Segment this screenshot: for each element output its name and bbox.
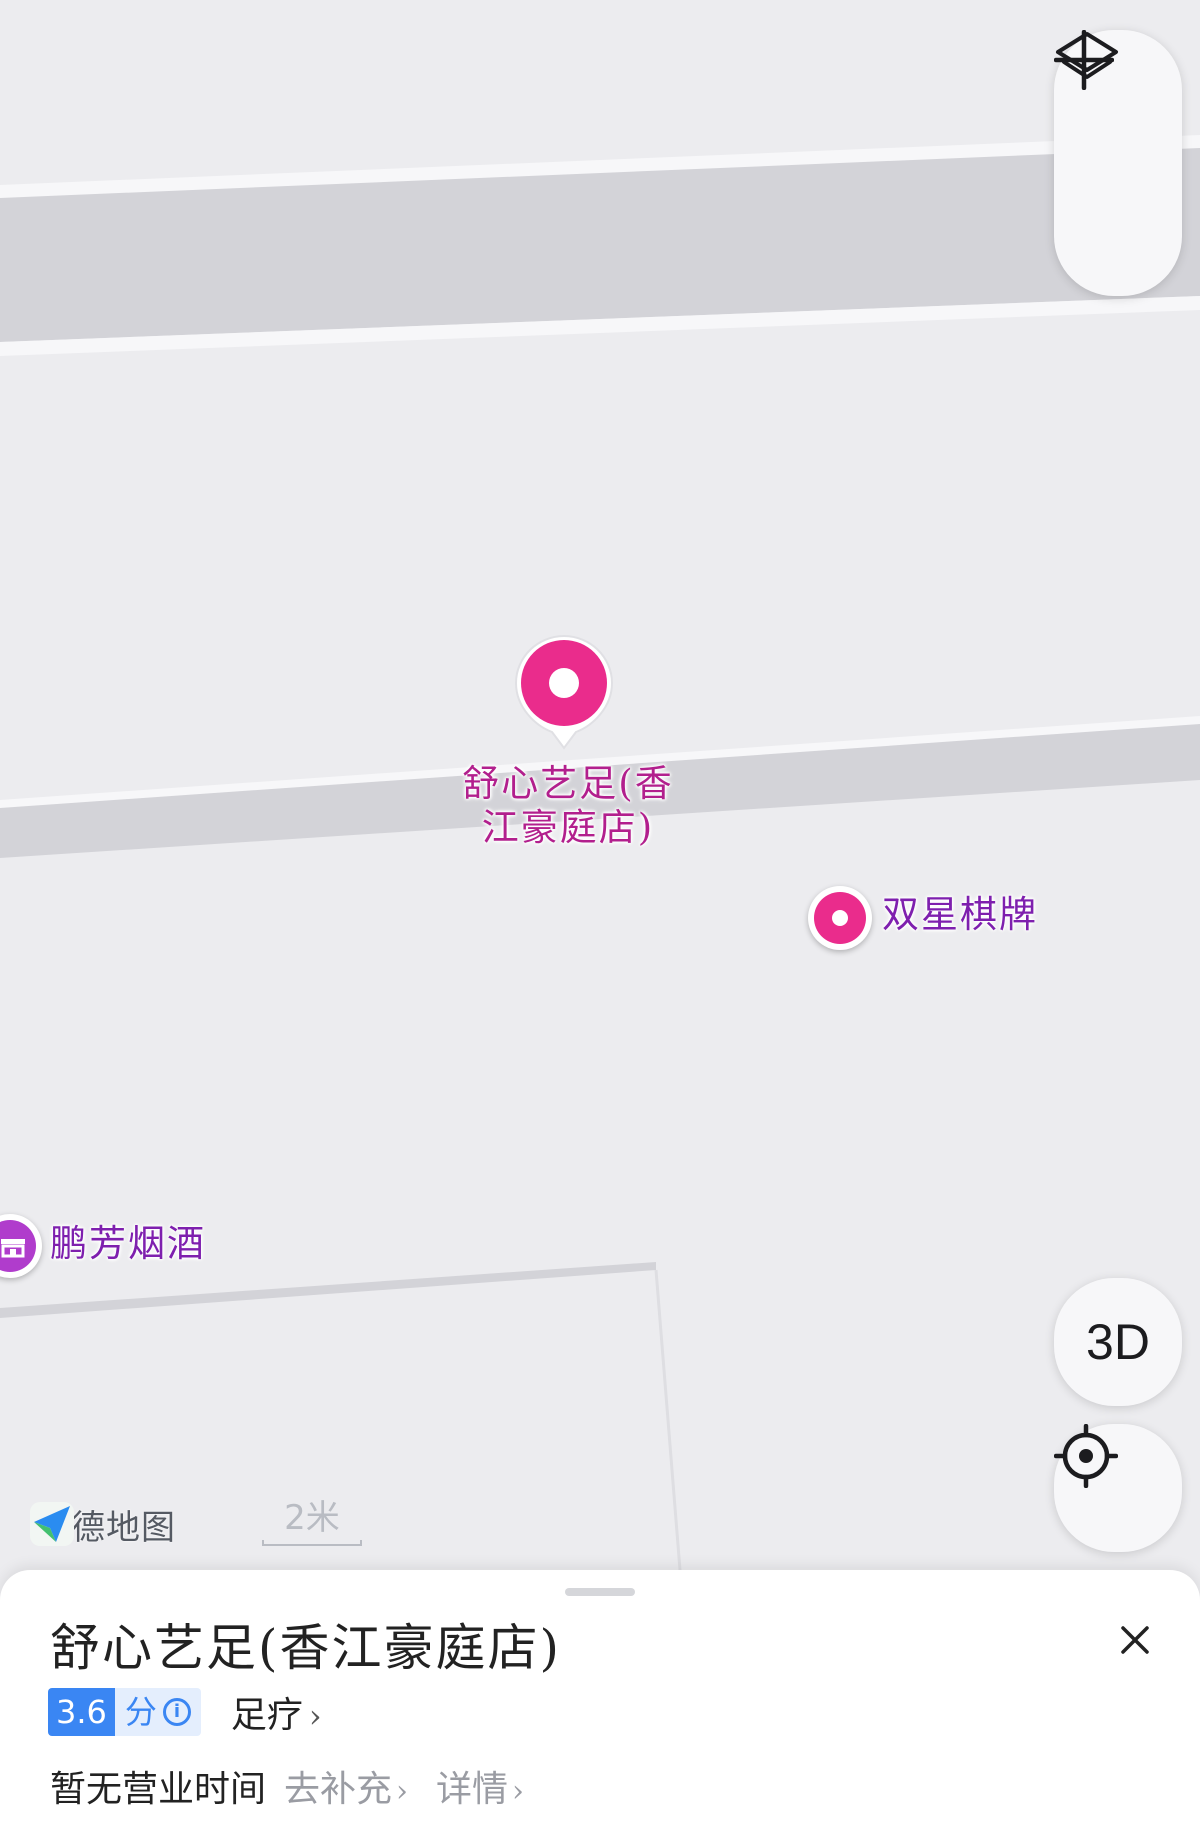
locate-button[interactable]	[1054, 1424, 1182, 1552]
poi-label-shuxin[interactable]: 舒心艺足(香 江豪庭店)	[458, 762, 678, 850]
close-icon	[1121, 1626, 1149, 1654]
poi-detail-sheet[interactable]: 舒心艺足(香江豪庭店) 3.6 分 i 足疗 › 暂无营业时间 去补充 › 详情 ›	[0, 1570, 1200, 1830]
hours-row: 暂无营业时间 去补充 › 详情 ›	[50, 1760, 524, 1812]
supplement-link[interactable]: 去补充 ›	[284, 1760, 408, 1812]
poi-label-shuangxing[interactable]: 双星棋牌	[882, 893, 1038, 937]
chevron-right-icon: ›	[308, 1697, 322, 1735]
three-d-label: 3D	[1086, 1314, 1150, 1370]
details-link[interactable]: 详情 ›	[436, 1760, 524, 1812]
poi-label-shuxin-line2: 江豪庭店)	[481, 806, 655, 849]
store-icon	[1, 1239, 25, 1258]
category-label: 足疗	[230, 1695, 303, 1736]
zoom-layer-panel	[1054, 30, 1182, 296]
map-canvas[interactable]: 舒心艺足(香 江豪庭店) 双星棋牌 鹏芳烟酒 3D 高德地图 2米	[0, 0, 1200, 1819]
poi-label-pengfang[interactable]: 鹏芳烟酒	[50, 1222, 206, 1266]
rating-row: 3.6 分 i 足疗 ›	[48, 1688, 322, 1736]
poi-title: 舒心艺足(香江豪庭店)	[50, 1619, 562, 1677]
chevron-right-icon: ›	[396, 1774, 409, 1809]
layers-button[interactable]	[1056, 32, 1168, 280]
rating-unit: 分	[124, 1693, 157, 1731]
rating-score: 3.6	[48, 1688, 115, 1736]
poi-dot-shuangxing[interactable]	[808, 886, 872, 950]
close-button[interactable]	[1115, 1620, 1155, 1660]
business-hours: 暂无营业时间	[50, 1769, 267, 1810]
details-label: 详情	[436, 1769, 509, 1810]
chevron-right-icon: ›	[512, 1774, 525, 1809]
poi-label-shuxin-line1: 舒心艺足(香	[462, 762, 674, 805]
scale-bar	[262, 1540, 362, 1546]
scale-label: 2米	[284, 1498, 340, 1538]
category-link[interactable]: 足疗 ›	[231, 1686, 322, 1738]
rating-unit-badge[interactable]: 分 i	[114, 1688, 201, 1736]
brand-logo: 高德地图	[28, 1500, 176, 1549]
amap-logo-icon	[30, 1502, 74, 1546]
three-d-button[interactable]: 3D	[1054, 1278, 1182, 1406]
info-icon: i	[162, 1698, 191, 1726]
selected-poi-pin[interactable]	[512, 632, 616, 752]
sheet-drag-handle[interactable]	[565, 1588, 635, 1596]
supplement-label: 去补充	[284, 1769, 393, 1810]
locate-icon	[1054, 1424, 1118, 1488]
layers-icon	[1056, 32, 1118, 79]
